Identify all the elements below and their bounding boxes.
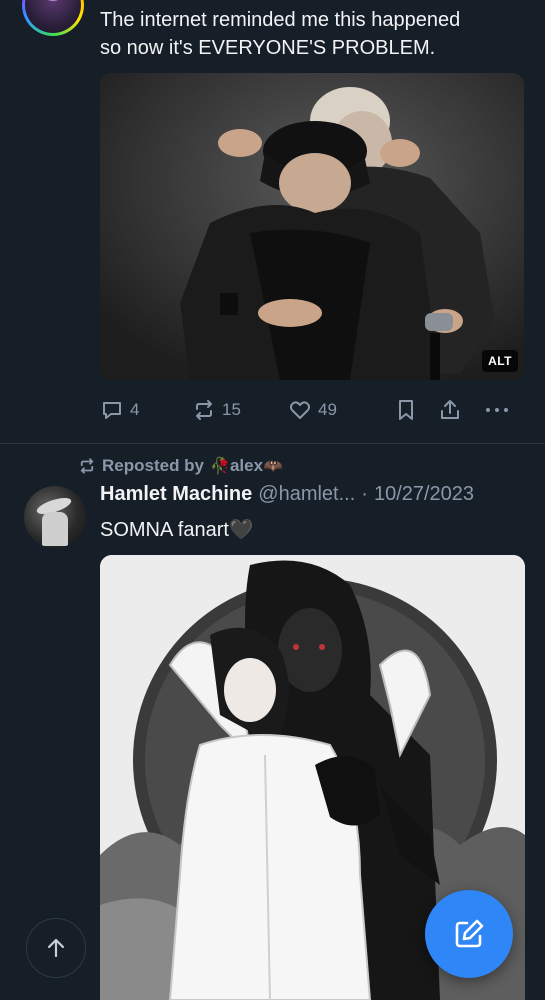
reply-count: 4 — [130, 400, 140, 419]
compose-button[interactable] — [425, 890, 513, 978]
share-button[interactable] — [438, 398, 484, 422]
reposter-name: alex — [229, 456, 264, 475]
repost-button[interactable]: 15 — [192, 398, 288, 422]
like-count: 49 — [318, 400, 337, 419]
concert-photo — [100, 73, 524, 380]
repost-count: 15 — [222, 400, 241, 419]
scroll-top-icon — [47, 938, 65, 958]
more-icon — [486, 408, 508, 412]
reposted-by[interactable]: Reposted by 🥀 alex 🦇 — [78, 455, 283, 477]
avatar-figure — [42, 512, 68, 546]
reposted-by-label: Reposted by — [102, 456, 205, 475]
feed: The internet reminded me this happened s… — [0, 0, 545, 1000]
post-image[interactable]: ALT — [100, 73, 524, 380]
bookmark-button[interactable] — [394, 398, 438, 422]
post-text-line: The internet reminded me this happened — [100, 9, 461, 31]
avatar-image — [25, 0, 81, 33]
bat-emoji: 🦇 — [263, 458, 283, 475]
post[interactable]: The internet reminded me this happened s… — [0, 0, 545, 443]
avatar-face — [39, 0, 67, 1]
post-text: SOMNA fanart🖤 — [100, 519, 254, 541]
reply-icon — [103, 402, 121, 419]
alt-badge[interactable]: ALT — [482, 350, 518, 372]
rose-emoji: 🥀 — [210, 458, 230, 475]
post-date[interactable]: 10/27/2023 — [374, 483, 474, 506]
post-divider — [0, 443, 545, 444]
reply-button[interactable]: 4 — [100, 398, 192, 422]
more-button[interactable] — [484, 398, 510, 422]
post-text: The internet reminded me this happened s… — [100, 6, 530, 62]
compose-icon — [455, 919, 484, 948]
repost-icon — [196, 400, 212, 420]
author-name[interactable]: Hamlet Machine — [100, 483, 252, 506]
separator: · — [361, 483, 368, 505]
post-header: Hamlet Machine @hamlet... · 10/27/2023 — [100, 483, 530, 509]
post-text-line: so now it's EVERYONE'S PROBLEM. — [100, 37, 436, 59]
avatar[interactable] — [22, 0, 84, 36]
scroll-to-top-button[interactable] — [26, 918, 86, 978]
like-button[interactable]: 49 — [288, 398, 394, 422]
repost-icon — [80, 458, 94, 474]
like-icon — [289, 401, 311, 419]
share-icon — [441, 400, 459, 419]
avatar[interactable] — [24, 486, 86, 548]
post-actions: 4 15 49 — [100, 395, 520, 425]
author-handle[interactable]: @hamlet... — [258, 483, 355, 506]
bookmark-icon — [399, 400, 413, 420]
